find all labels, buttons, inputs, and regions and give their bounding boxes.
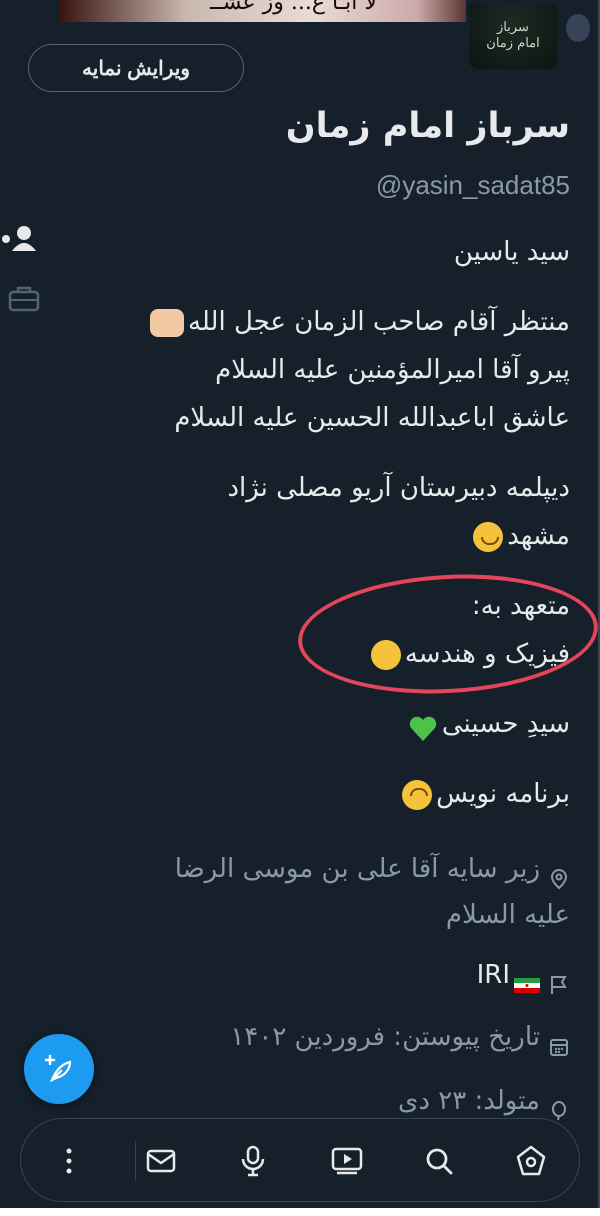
banner-text: لا ابـا ع... وز عشــ <box>210 0 377 15</box>
flag-icon <box>548 965 570 994</box>
bio-lover: عاشق اباعبدالله الحسین علیه السلام <box>174 403 570 433</box>
born-text: متولد: ۲۳ دی <box>398 1086 540 1116</box>
edit-profile-button[interactable]: ویرایش نمایه <box>28 44 244 92</box>
profile-screen: لا ابـا ع... وز عشــ سرباز امام زمان ویر… <box>0 0 600 1208</box>
location-row: زیر سایه آقا علی بن موسی الرضا علیه السل… <box>120 846 570 938</box>
location-line1: زیر سایه آقا علی بن موسی الرضا <box>174 854 540 884</box>
video-icon[interactable] <box>327 1141 367 1181</box>
display-name: سرباز امام زمان <box>285 106 570 146</box>
balloon-icon <box>548 1091 570 1120</box>
more-vertical-icon[interactable] <box>49 1141 89 1181</box>
bio-sayed: سیدِ حسینی <box>441 709 570 739</box>
compose-feather-icon <box>44 1054 72 1083</box>
pray-hands-icon <box>149 308 184 337</box>
location-line2: علیه السلام <box>445 900 570 930</box>
nav-divider <box>135 1141 136 1181</box>
side-avatar-edge <box>566 14 590 42</box>
mail-icon[interactable] <box>141 1141 181 1181</box>
bottom-navigation-bar <box>20 1118 580 1202</box>
location-pin-icon <box>548 859 570 889</box>
avatar-line1: سرباز <box>497 20 529 35</box>
avatar-line2: امام زمان <box>486 36 540 51</box>
avatar[interactable]: سرباز امام زمان <box>466 0 560 72</box>
profile-bio: سید یاسین منتظر آقام صاحب الزمان عجل الل… <box>60 228 570 840</box>
country-row: IRI <box>120 952 570 998</box>
compose-button[interactable] <box>24 1034 94 1104</box>
spaces-mic-icon[interactable] <box>233 1141 273 1181</box>
bio-city: مشهد <box>507 521 570 551</box>
green-heart-icon <box>408 711 438 741</box>
bio-wait: منتظر آقام صاحب الزمان عجل الله <box>187 307 570 337</box>
bio-name: سید یاسین <box>453 237 570 267</box>
search-icon[interactable] <box>419 1141 459 1181</box>
joined-text: تاریخ پیوستن: فروردین ۱۴۰۲ <box>230 1022 540 1052</box>
country-text: IRI <box>476 960 510 990</box>
joined-row: تاریخ پیوستن: فروردین ۱۴۰۲ <box>120 1014 570 1060</box>
bio-diploma: دیپلمه دبیرستان آریو مصلی نژاد <box>227 473 570 503</box>
home-icon[interactable] <box>511 1141 551 1181</box>
smile-emoji-icon <box>473 521 504 552</box>
iran-flag-emoji-icon <box>514 965 540 993</box>
bio-follower: پیرو آقا امیرالمؤمنین علیه السلام <box>215 355 570 385</box>
upside-down-face-icon <box>402 779 433 810</box>
calendar-icon <box>548 1027 570 1056</box>
briefcase-icon[interactable] <box>0 279 40 319</box>
bio-programmer: برنامه نویس <box>436 779 570 809</box>
profile-banner[interactable]: لا ابـا ع... وز عشــ <box>60 0 480 22</box>
user-handle: @yasin_sadat85 <box>375 170 570 200</box>
person-icon[interactable] <box>0 219 40 259</box>
